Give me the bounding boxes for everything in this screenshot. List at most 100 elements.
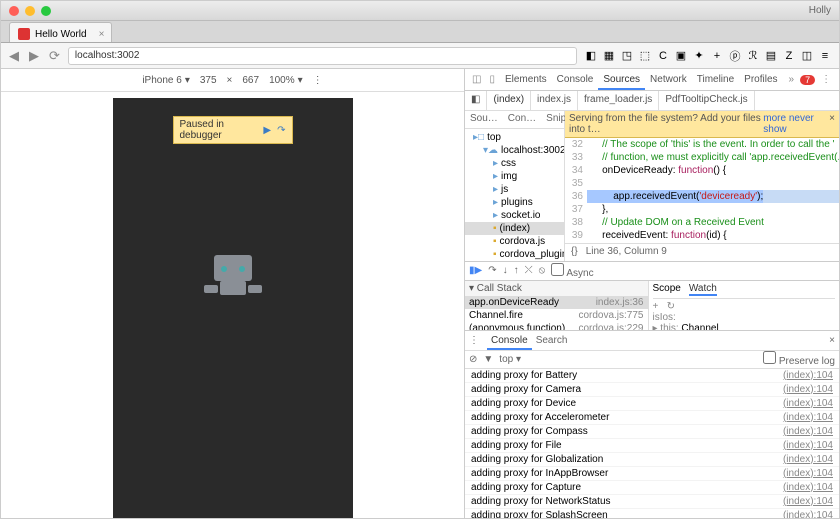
console-message[interactable]: adding proxy for Capture(index):104 (465, 481, 839, 495)
tree-item[interactable]: ▸□top (465, 131, 564, 144)
drawer-close-icon[interactable]: × (829, 335, 835, 346)
extension-icon[interactable]: ✦ (691, 48, 707, 64)
width-input[interactable]: 375 (200, 75, 217, 86)
device-mode-icon[interactable]: ▯ (486, 74, 498, 85)
step-over-button[interactable]: ↷ (488, 265, 496, 276)
stack-frame[interactable]: (anonymous function)cordova.js:229 (465, 322, 648, 330)
info-link[interactable]: more never show (763, 113, 829, 135)
pause-exceptions-button[interactable]: ⦸ (539, 265, 546, 276)
extension-icon[interactable]: ▣ (673, 48, 689, 64)
deactivate-breakpoints-button[interactable]: ⤬ (525, 265, 533, 276)
code-line[interactable]: 33 // function, we must explicitly call … (565, 151, 839, 164)
code-line[interactable]: 34 onDeviceReady: function() { (565, 164, 839, 177)
tree-item[interactable]: ▸plugins (465, 196, 564, 209)
extension-icon[interactable]: Z (781, 48, 797, 64)
extension-icon[interactable]: ▤ (763, 48, 779, 64)
minimize-window-icon[interactable] (25, 6, 35, 16)
inspect-icon[interactable]: ◫ (469, 74, 484, 85)
tree-item[interactable]: ▸js (465, 183, 564, 196)
extension-icon[interactable]: ◳ (619, 48, 635, 64)
profile-name[interactable]: Holly (809, 5, 831, 16)
extension-icon[interactable]: + (709, 48, 725, 64)
info-close-icon[interactable]: × (829, 113, 835, 135)
devtools-tab-console[interactable]: Console (552, 71, 599, 88)
error-count-badge[interactable]: 7 (800, 75, 815, 85)
zoom-select[interactable]: 100% ▾ (269, 75, 303, 86)
source-tab[interactable]: index.js (531, 91, 578, 110)
emulated-screen[interactable]: Paused in debugger ▶ ↷ (113, 98, 353, 518)
console-tab[interactable]: Search (532, 333, 572, 348)
extension-icon[interactable]: ≡ (817, 48, 833, 64)
devtools-menu-icon[interactable]: ⋮ (817, 74, 835, 85)
tree-item[interactable]: ▪(index) (465, 222, 564, 235)
call-stack-header[interactable]: ▾ Call Stack (465, 281, 648, 296)
code-line[interactable]: 36 app.receivedEvent('deviceready'); (565, 190, 839, 203)
url-input[interactable]: localhost:3002 (68, 47, 577, 65)
device-more-icon[interactable]: ⋮ (313, 75, 323, 86)
console-message[interactable]: adding proxy for Compass(index):104 (465, 425, 839, 439)
code-line[interactable]: 38 // Update DOM on a Received Event (565, 216, 839, 229)
code-line[interactable]: 37 }, (565, 203, 839, 216)
devtools-tab-sources[interactable]: Sources (598, 71, 645, 90)
tree-item[interactable]: ▾☁localhost:3002 (465, 144, 564, 157)
watch-item[interactable]: ▸ this: Channel (653, 323, 836, 330)
code-line[interactable]: 32 // The scope of 'this' is the event. … (565, 138, 839, 151)
devtools-tab-elements[interactable]: Elements (500, 71, 552, 88)
console-log[interactable]: adding proxy for Battery(index):104 addin… (465, 369, 839, 519)
stack-frame[interactable]: app.onDeviceReadyindex.js:36 (465, 296, 648, 309)
source-tab[interactable]: (index) (487, 91, 531, 110)
nav-subtab[interactable]: Sou… (465, 111, 503, 128)
tree-item[interactable]: ▸img (465, 170, 564, 183)
extension-icon[interactable]: ⓟ (727, 48, 743, 64)
watch-item[interactable]: isIos: (653, 312, 836, 323)
devtools-tab-timeline[interactable]: Timeline (692, 71, 739, 88)
console-tab[interactable]: Console (487, 333, 532, 350)
console-message[interactable]: adding proxy for File(index):104 (465, 439, 839, 453)
extension-icon[interactable]: ⬚ (637, 48, 653, 64)
tree-item[interactable]: ▸css (465, 157, 564, 170)
forward-button[interactable]: ▶ (27, 48, 41, 64)
extension-icon[interactable]: ◧ (583, 48, 599, 64)
console-message[interactable]: adding proxy for SplashScreen(index):104 (465, 509, 839, 519)
console-message[interactable]: adding proxy for InAppBrowser(index):104 (465, 467, 839, 481)
step-into-button[interactable]: ↓ (503, 265, 508, 276)
close-window-icon[interactable] (9, 6, 19, 16)
extension-icon[interactable]: C (655, 48, 671, 64)
console-message[interactable]: adding proxy for Globalization(index):10… (465, 453, 839, 467)
drawer-menu-icon[interactable]: ⋮ (469, 335, 479, 346)
tabs-overflow-icon[interactable]: » (785, 74, 799, 85)
stack-frame[interactable]: Channel.firecordova.js:775 (465, 309, 648, 322)
maximize-window-icon[interactable] (41, 6, 51, 16)
async-checkbox[interactable]: Async (551, 263, 593, 279)
resume-icon[interactable]: ▶ (263, 125, 271, 136)
code-line[interactable]: 39 receivedEvent: function(id) { (565, 229, 839, 242)
code-editor[interactable]: 32 // The scope of 'this' is the event. … (565, 138, 839, 243)
height-input[interactable]: 667 (242, 75, 259, 86)
device-select[interactable]: iPhone 6 ▾ (142, 75, 190, 86)
resume-button[interactable]: ▮▶ (469, 265, 482, 276)
tree-item[interactable]: ▸socket.io (465, 209, 564, 222)
devtools-tab-network[interactable]: Network (645, 71, 692, 88)
console-message[interactable]: adding proxy for Accelerometer(index):10… (465, 411, 839, 425)
scope-tab[interactable]: Watch (689, 283, 717, 296)
console-message[interactable]: adding proxy for Battery(index):104 (465, 369, 839, 383)
close-tab-icon[interactable]: × (99, 29, 105, 40)
devtools-tab-profiles[interactable]: Profiles (739, 71, 782, 88)
code-line[interactable]: 35 (565, 177, 839, 190)
scope-tab[interactable]: Scope (653, 283, 681, 296)
reload-button[interactable]: ⟳ (47, 48, 62, 64)
step-out-button[interactable]: ↑ (514, 265, 519, 276)
pretty-print-button[interactable]: {} (571, 246, 578, 259)
step-icon[interactable]: ↷ (277, 125, 285, 136)
nav-subtab[interactable]: Con… (503, 111, 541, 128)
tree-item[interactable]: ▪cordova.js (465, 235, 564, 248)
source-tab[interactable]: ◧ (465, 91, 487, 110)
context-select[interactable]: top ▾ (499, 354, 521, 365)
extension-icon[interactable]: ℛ (745, 48, 761, 64)
tree-item[interactable]: ▪cordova_plugins.js (465, 248, 564, 261)
clear-console-icon[interactable]: ⊘ (469, 354, 477, 365)
back-button[interactable]: ◀ (7, 48, 21, 64)
filter-icon[interactable]: ▼ (483, 354, 493, 365)
console-message[interactable]: adding proxy for NetworkStatus(index):10… (465, 495, 839, 509)
console-message[interactable]: adding proxy for Device(index):104 (465, 397, 839, 411)
